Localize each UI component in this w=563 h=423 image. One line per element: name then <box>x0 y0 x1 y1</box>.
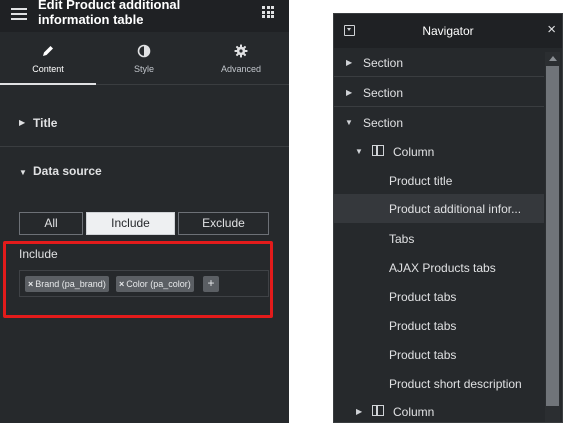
caret-down-icon: ▼ <box>19 168 27 177</box>
nav-item-widget[interactable]: Product short description <box>334 369 544 398</box>
nav-item-widget[interactable]: Product tabs <box>334 282 544 311</box>
nav-item-label: Product tabs <box>389 290 457 304</box>
nav-item-widget-active[interactable]: Product additional infor... <box>334 194 544 223</box>
column-icon <box>372 145 384 156</box>
panel-tabs: Content Style Advanced <box>0 32 289 85</box>
navigator-panel: Navigator × ▶ Section ▶ Section ▼ Sectio… <box>333 13 563 423</box>
half-circle-icon <box>137 44 151 58</box>
include-tags-input[interactable]: × Brand (pa_brand) × Color (pa_color) + <box>19 270 269 297</box>
tab-content[interactable]: Content <box>0 32 96 85</box>
navigator-header[interactable]: Navigator × <box>334 14 562 48</box>
hamburger-menu-icon[interactable] <box>11 8 27 21</box>
tab-style[interactable]: Style <box>96 32 192 85</box>
navigator-scrollbar[interactable] <box>545 52 560 422</box>
nav-item-label: Product tabs <box>389 348 457 362</box>
nav-item-label: Section <box>363 116 404 130</box>
tab-content-label: Content <box>32 64 64 74</box>
nav-item-label: AJAX Products tabs <box>389 261 496 275</box>
remove-tag-icon[interactable]: × <box>28 279 33 289</box>
widgets-grid-icon[interactable] <box>262 6 274 18</box>
caret-right-icon: ▶ <box>19 118 26 127</box>
nav-item-column[interactable]: ▶ Column <box>334 397 544 423</box>
scrollbar-thumb[interactable] <box>546 66 559 406</box>
tag-brand-label: Brand (pa_brand) <box>35 279 106 289</box>
caret-right-icon[interactable]: ▶ <box>346 88 352 97</box>
tab-style-label: Style <box>133 64 154 74</box>
nav-item-column[interactable]: ▼ Column <box>334 137 544 166</box>
caret-down-icon[interactable]: ▼ <box>355 147 363 156</box>
pencil-icon <box>43 46 53 56</box>
nav-item-section[interactable]: ▶ Section <box>334 48 544 77</box>
close-icon[interactable]: × <box>547 21 556 38</box>
nav-item-widget[interactable]: Tabs <box>334 224 544 253</box>
tab-advanced[interactable]: Advanced <box>193 32 289 85</box>
section-title-toggle[interactable]: ▶ Title <box>0 91 289 147</box>
nav-item-widget[interactable]: Product tabs <box>334 311 544 340</box>
caret-down-icon[interactable]: ▼ <box>345 118 353 127</box>
source-include-button[interactable]: Include <box>86 212 175 235</box>
source-all-button[interactable]: All <box>19 212 83 235</box>
tag-color-label: Color (pa_color) <box>126 279 191 289</box>
nav-item-label: Product title <box>389 174 453 188</box>
caret-right-icon[interactable]: ▶ <box>356 407 362 416</box>
tab-advanced-label: Advanced <box>220 64 262 74</box>
nav-item-widget[interactable]: Product title <box>334 166 544 195</box>
tag-color[interactable]: × Color (pa_color) <box>116 276 194 292</box>
navigator-title: Navigator <box>422 24 474 38</box>
panel-title: Edit Product additional information tabl… <box>38 0 181 27</box>
tag-brand[interactable]: × Brand (pa_brand) <box>25 276 109 292</box>
section-data-source-toggle[interactable]: ▼ Data source <box>0 147 289 193</box>
nav-item-label: Section <box>363 56 404 70</box>
source-exclude-button[interactable]: Exclude <box>178 212 269 235</box>
nav-item-label: Product tabs <box>389 319 457 333</box>
nav-item-section[interactable]: ▶ Section <box>334 78 544 107</box>
nav-item-label: Product short description <box>389 377 522 391</box>
include-field-label: Include <box>19 247 58 261</box>
panel-header: Edit Product additional information tabl… <box>0 0 289 32</box>
scroll-up-arrow-icon[interactable] <box>549 56 557 61</box>
gear-icon <box>234 44 248 58</box>
section-title-label: Title <box>33 116 58 130</box>
nav-item-label: Column <box>393 405 435 419</box>
nav-item-label: Tabs <box>389 232 415 246</box>
nav-item-label: Column <box>393 145 435 159</box>
remove-tag-icon[interactable]: × <box>119 279 124 289</box>
nav-item-widget[interactable]: Product tabs <box>334 340 544 369</box>
nav-item-section[interactable]: ▼ Section <box>334 108 544 137</box>
column-icon <box>372 405 384 416</box>
nav-item-label: Product additional infor... <box>389 202 522 216</box>
section-data-source-label: Data source <box>33 164 102 178</box>
editor-panel: Edit Product additional information tabl… <box>0 0 289 423</box>
caret-right-icon[interactable]: ▶ <box>346 58 352 67</box>
nav-item-widget[interactable]: AJAX Products tabs <box>334 253 544 282</box>
nav-item-label: Section <box>363 86 404 100</box>
add-tag-button[interactable]: + <box>203 276 219 292</box>
